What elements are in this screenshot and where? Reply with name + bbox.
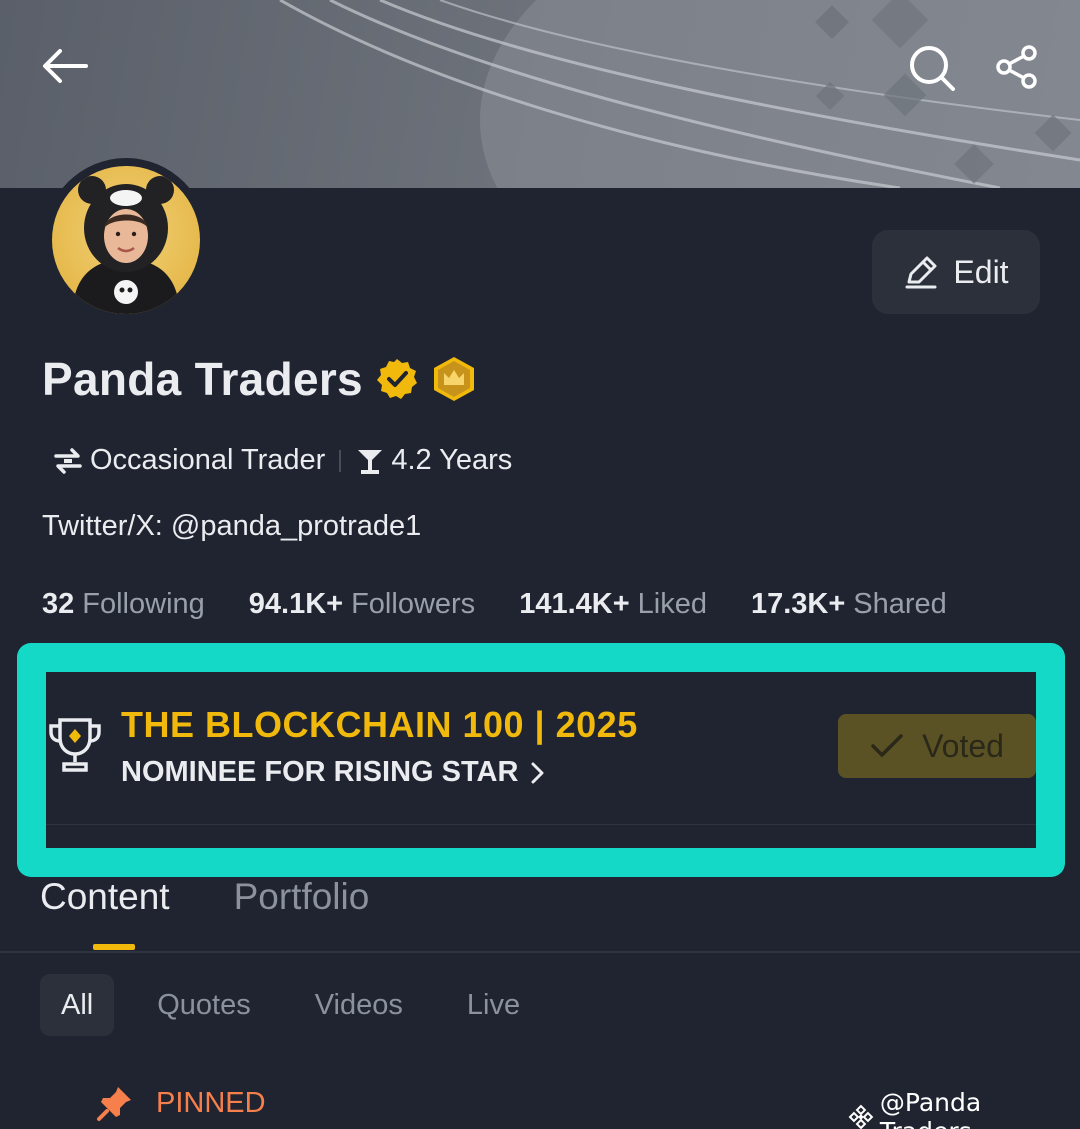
filter-tabs: All Quotes Videos Live (40, 974, 563, 1036)
filter-all[interactable]: All (40, 974, 115, 1036)
pencil-icon (905, 256, 937, 289)
verified-badge-icon[interactable] (375, 357, 419, 401)
stat-value: 32 (42, 588, 75, 620)
search-icon (910, 46, 955, 91)
trophy-small-icon (358, 449, 383, 474)
filter-live[interactable]: Live (446, 974, 541, 1036)
edit-profile-button[interactable]: Edit (872, 230, 1040, 314)
crown-badge-icon[interactable] (431, 355, 477, 403)
trader-type: Occasional Trader (90, 444, 326, 476)
stat-label: Following (82, 588, 205, 620)
active-tab-indicator (93, 944, 135, 950)
stat-label: Liked (637, 588, 707, 620)
profile-bio[interactable]: Twitter/X: @panda_protrade1 (42, 510, 421, 543)
tab-portfolio[interactable]: Portfolio (234, 876, 370, 918)
binance-logo-icon (848, 1104, 874, 1129)
arrow-left-icon (43, 49, 88, 83)
profile-stats: 32 Following 94.1K+ Followers 141.4K+ Liked… (42, 588, 991, 621)
profile-name: Panda Traders (42, 353, 363, 405)
pinned-label: PINNED (156, 1086, 266, 1119)
tab-content[interactable]: Content (40, 876, 170, 918)
stat-value: 141.4K+ (519, 588, 630, 620)
stat-followers[interactable]: 94.1K+ Followers (249, 588, 475, 621)
pinned-header: PINNED (96, 1084, 266, 1122)
tabs-divider (0, 951, 1080, 953)
content-tabs: Content Portfolio (40, 876, 369, 918)
search-button[interactable] (906, 42, 958, 94)
stat-label: Shared (853, 588, 947, 620)
stat-value: 94.1K+ (248, 588, 344, 620)
profile-meta: Occasional Trader 4.2 Years (52, 444, 512, 477)
tenure: 4.2 Years (391, 444, 513, 476)
meta-divider (339, 449, 342, 472)
watermark: @Panda Traders (848, 1088, 1080, 1129)
filter-quotes[interactable]: Quotes (136, 974, 272, 1036)
stat-value: 17.3K+ (750, 588, 846, 620)
stat-liked: 141.4K+ Liked (519, 588, 707, 621)
avatar-illustration (72, 176, 180, 314)
swap-icon (54, 447, 82, 474)
share-icon (996, 45, 1037, 89)
avatar[interactable] (44, 158, 208, 322)
edit-label: Edit (953, 253, 1009, 290)
stat-following[interactable]: 32 Following (42, 588, 205, 621)
avatar-image (52, 166, 200, 314)
share-button[interactable] (992, 42, 1042, 92)
highlight-frame (17, 643, 1065, 877)
watermark-text: @Panda Traders (879, 1088, 982, 1129)
stat-shared: 17.3K+ Shared (751, 588, 947, 621)
filter-videos[interactable]: Videos (294, 974, 424, 1036)
back-button[interactable] (40, 44, 90, 88)
profile-banner (0, 0, 1080, 188)
pin-icon (97, 1087, 131, 1121)
banner-decoration (279, 0, 1080, 188)
profile-name-row: Panda Traders (42, 352, 477, 406)
stat-label: Followers (351, 588, 476, 620)
